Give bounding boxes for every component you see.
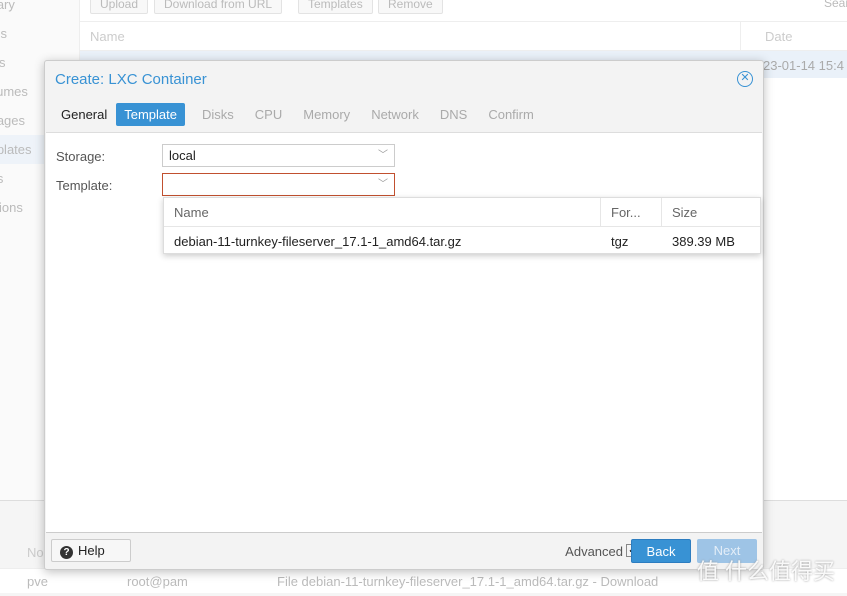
column-size[interactable]: Size bbox=[662, 198, 762, 227]
toolbar: Upload Download from URL Templates Remov… bbox=[80, 0, 847, 22]
create-lxc-dialog: Create: LXC Container ✕ General Template… bbox=[44, 60, 764, 570]
search-input[interactable]: Searc bbox=[815, 0, 847, 14]
template-label: Template: bbox=[56, 178, 113, 193]
download-url-button[interactable]: Download from URL bbox=[154, 0, 283, 14]
log-description: File debian-11-turnkey-fileserver_17.1-1… bbox=[277, 574, 659, 589]
upload-button[interactable]: Upload bbox=[90, 0, 149, 14]
chevron-down-icon: ﹀ bbox=[378, 150, 388, 161]
tab-confirm[interactable]: Confirm bbox=[480, 103, 542, 126]
storage-select[interactable]: local ﹀ bbox=[162, 144, 395, 167]
template-size: 389.39 MB bbox=[672, 234, 735, 249]
chevron-down-icon: ﹀ bbox=[378, 179, 388, 190]
back-button[interactable]: Back bbox=[631, 539, 691, 563]
close-icon[interactable]: ✕ bbox=[737, 71, 753, 87]
help-label: Help bbox=[78, 543, 105, 558]
storage-label: Storage: bbox=[56, 149, 106, 164]
template-picker: Name For... Size debian-11-turnkey-files… bbox=[163, 197, 761, 254]
table-header: Name Date bbox=[80, 22, 847, 51]
tab-disks[interactable]: Disks bbox=[194, 103, 242, 126]
tab-memory[interactable]: Memory bbox=[295, 103, 358, 126]
wizard-tabs: General Template Disks CPU Memory Networ… bbox=[53, 103, 543, 126]
template-panel: Storage: local ﹀ Template: ﹀ Name For... … bbox=[46, 132, 762, 533]
template-name: debian-11-turnkey-fileserver_17.1-1_amd6… bbox=[174, 234, 462, 249]
sidebar-item[interactable]: ups bbox=[0, 19, 79, 48]
column-date[interactable]: Date bbox=[740, 22, 792, 51]
dialog-footer: ?Help Advanced ✓ Back Next bbox=[45, 533, 763, 569]
advanced-label: Advanced bbox=[565, 544, 623, 559]
row-date: 23-01-14 15:4 bbox=[763, 58, 844, 73]
tab-network[interactable]: Network bbox=[363, 103, 427, 126]
template-format: tgz bbox=[611, 234, 629, 249]
tab-general[interactable]: General bbox=[53, 103, 115, 126]
log-column: No bbox=[27, 545, 44, 560]
remove-button[interactable]: Remove bbox=[378, 0, 443, 14]
help-icon: ? bbox=[60, 546, 73, 559]
column-format[interactable]: For... bbox=[601, 198, 662, 227]
template-row[interactable]: debian-11-turnkey-fileserver_17.1-1_amd6… bbox=[164, 227, 760, 256]
templates-button[interactable]: Templates bbox=[298, 0, 373, 14]
watermark-logo: 值 什么值得买 bbox=[696, 559, 835, 584]
storage-value: local bbox=[169, 148, 196, 163]
sidebar-item[interactable]: mary bbox=[0, 0, 79, 19]
column-name[interactable]: Name bbox=[164, 198, 601, 227]
tab-dns[interactable]: DNS bbox=[432, 103, 475, 126]
template-select[interactable]: ﹀ bbox=[162, 173, 395, 196]
tab-cpu[interactable]: CPU bbox=[247, 103, 290, 126]
tab-template[interactable]: Template bbox=[116, 103, 185, 126]
log-user: root@pam bbox=[127, 574, 188, 589]
log-node: pve bbox=[27, 574, 48, 589]
help-button[interactable]: ? Help bbox=[51, 539, 131, 562]
dialog-title: Create: LXC Container bbox=[55, 71, 207, 88]
picker-header: Name For... Size bbox=[164, 198, 760, 227]
column-name[interactable]: Name bbox=[90, 29, 125, 44]
